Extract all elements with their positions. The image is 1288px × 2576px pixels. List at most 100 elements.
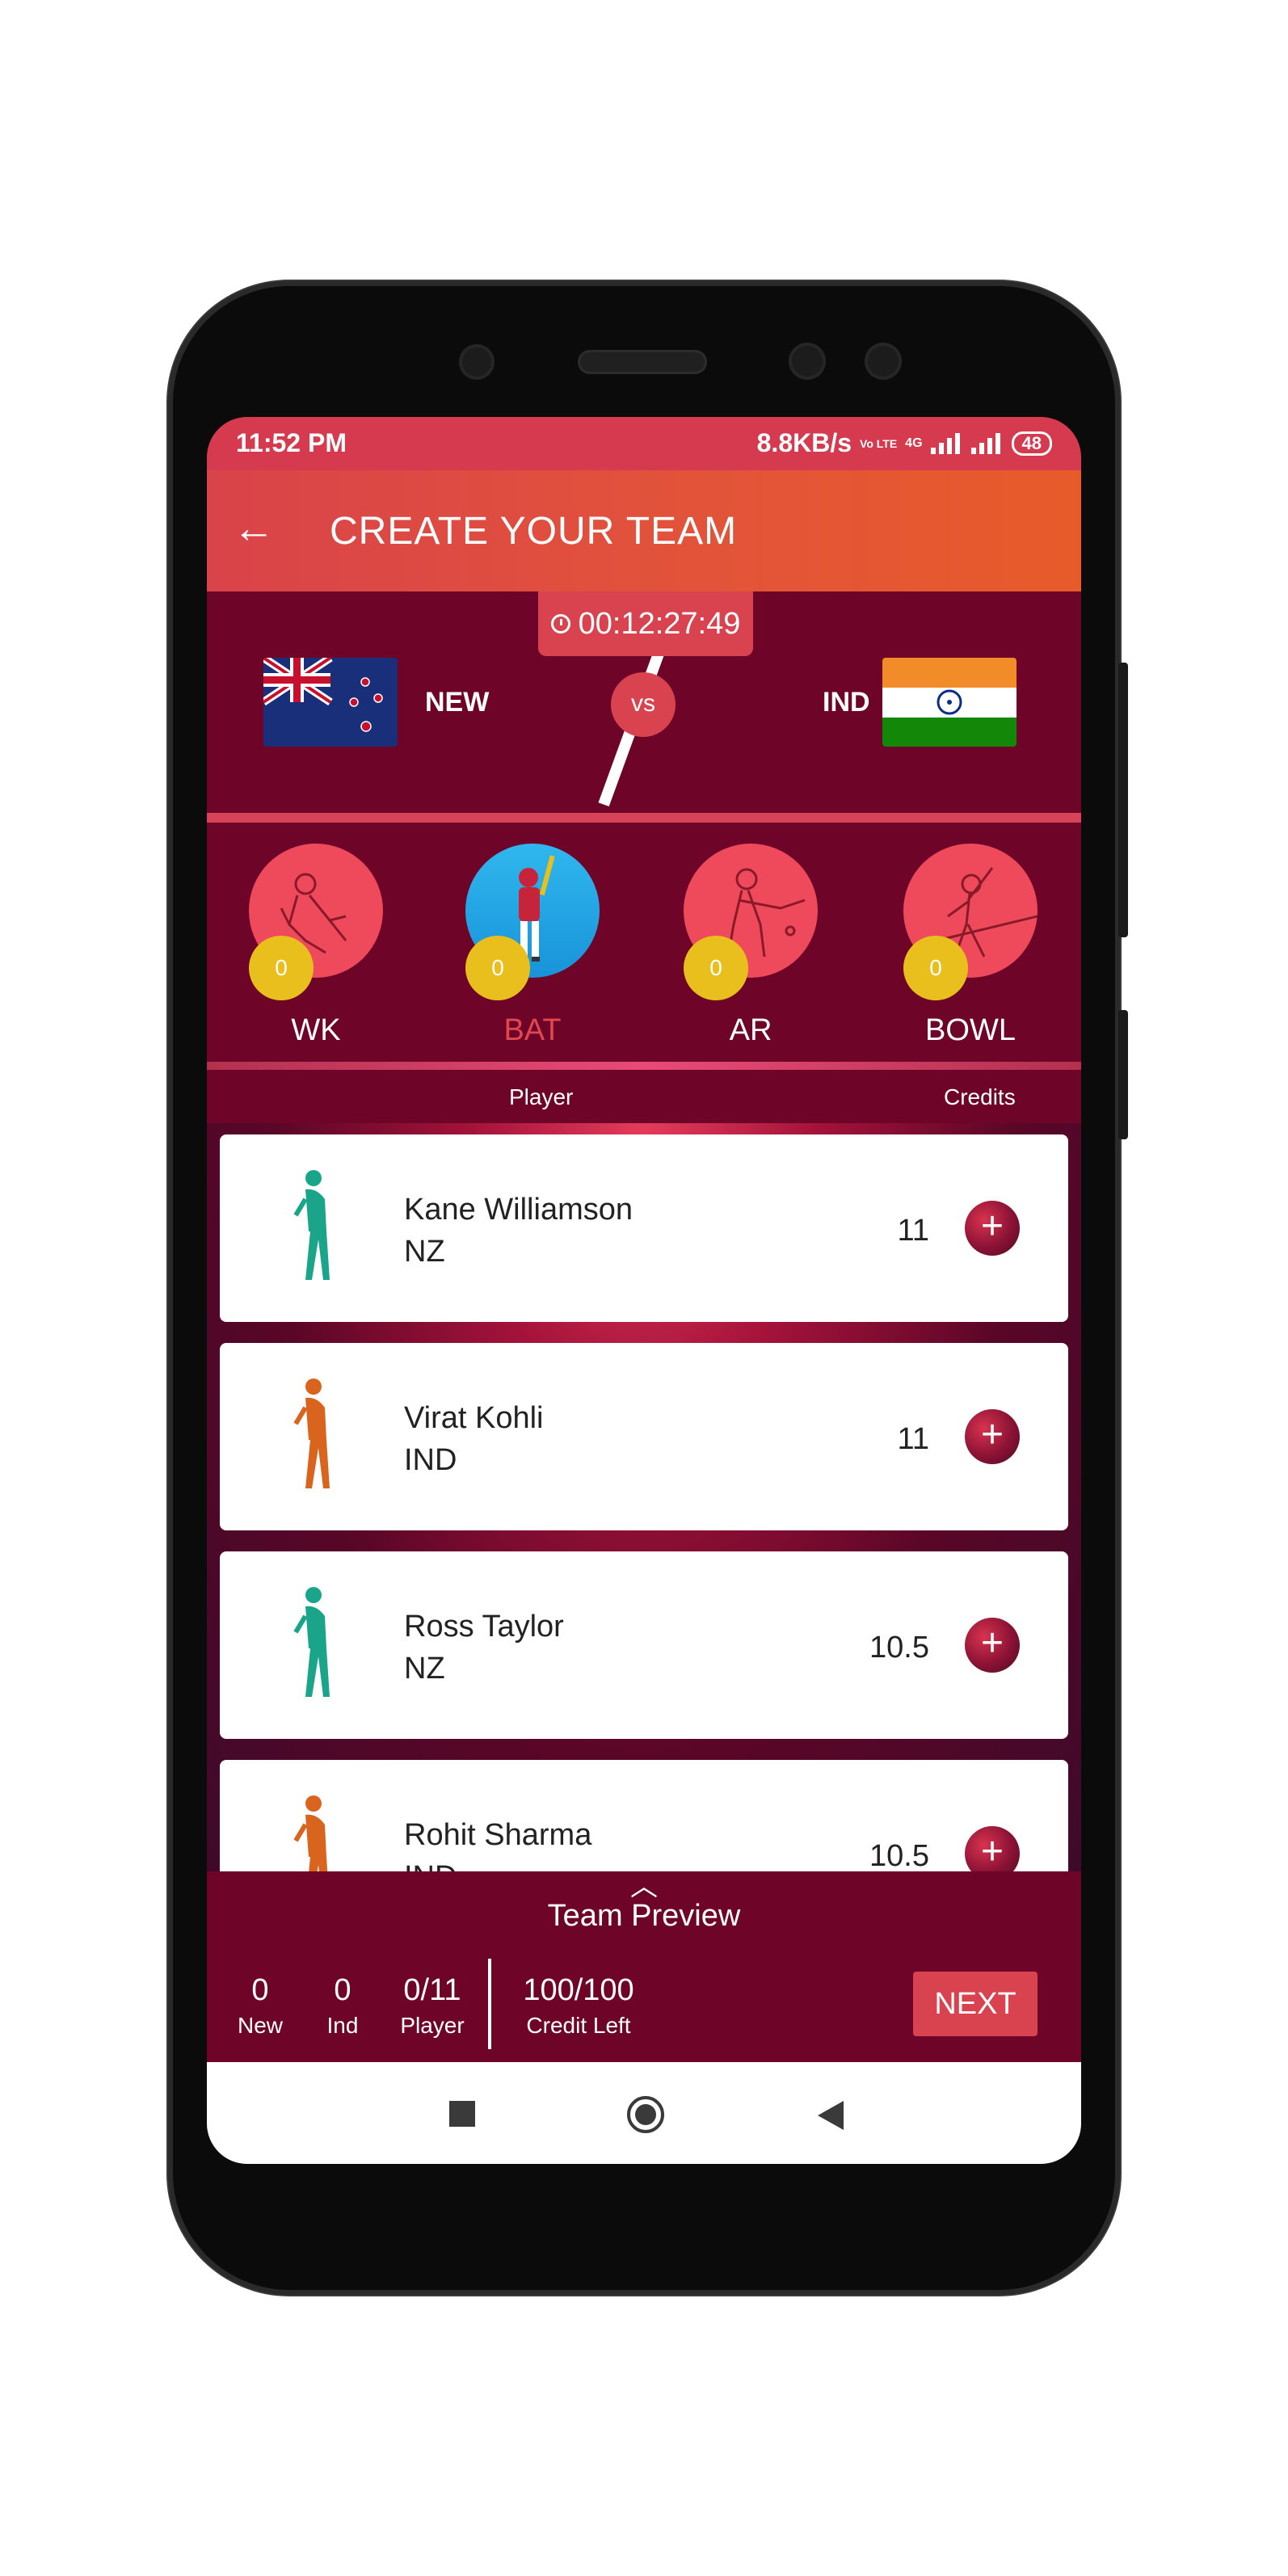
player-name: Rohit Sharma <box>404 1818 592 1852</box>
add-player-button[interactable]: + <box>965 1618 1020 1673</box>
list-item[interactable]: Kane Williamson NZ 11 + <box>220 1134 1068 1322</box>
team1-name: NEW <box>425 687 490 718</box>
earpiece-speaker <box>578 350 707 374</box>
avatar-head <box>305 1378 322 1395</box>
new-zealand-flag <box>263 658 398 747</box>
avatar-legs <box>305 1440 330 1488</box>
avatar-body <box>305 1606 326 1648</box>
player-team: IND <box>404 1443 457 1477</box>
recents-icon[interactable] <box>449 2101 475 2127</box>
player-team: NZ <box>404 1235 445 1269</box>
player-credits: 11 <box>897 1422 929 1456</box>
tab-label: BAT <box>503 1013 562 1047</box>
avatar-arm <box>293 1406 308 1425</box>
stat-label: Player <box>400 2013 465 2038</box>
front-camera <box>459 344 495 380</box>
role-tabs: 0 WK 0 BAT 0 AR 0 BOWL <box>207 823 1081 1070</box>
player-avatar-icon <box>293 1170 330 1280</box>
player-avatar-icon <box>293 1795 328 1871</box>
tab-label: BOWL <box>925 1013 1016 1047</box>
wk-count-badge: 0 <box>249 936 314 1000</box>
divider <box>207 813 1081 823</box>
network-type: 4G <box>905 436 923 450</box>
avatar-body <box>305 1189 326 1231</box>
player-team: IND <box>404 1860 457 1871</box>
ar-count-badge: 0 <box>684 936 748 1000</box>
status-bar: 11:52 PM 8.8KB/s Vo LTE 4G 48 <box>207 417 1081 470</box>
list-header: Player Credits <box>207 1070 1081 1123</box>
timer-value: 00:12:27:49 <box>578 606 741 641</box>
add-player-button[interactable]: + <box>965 1201 1020 1256</box>
avatar-arm <box>293 1823 308 1842</box>
add-player-button[interactable]: + <box>965 1409 1020 1464</box>
team-footer: ︿ Team Preview 0 New 0 Ind 0/11 Player 1… <box>207 1871 1081 2062</box>
list-item[interactable]: Virat Kohli IND 11 + <box>220 1343 1068 1530</box>
list-item[interactable]: Rohit Sharma IND 10.5 + <box>220 1760 1068 1871</box>
tab-bat[interactable]: 0 BAT <box>465 844 603 1054</box>
stat-value: 0 <box>334 1973 351 2007</box>
tab-ar[interactable]: 0 AR <box>684 844 821 1054</box>
player-avatar-icon <box>293 1587 330 1697</box>
bowl-count-badge: 0 <box>903 936 968 1000</box>
battery-icon: 48 <box>1011 431 1052 456</box>
match-header: 00:12:27:49 NEW vs IND <box>207 591 1081 823</box>
stat-label: Ind <box>326 2013 359 2038</box>
sensor <box>789 343 826 380</box>
stat-new: 0 New <box>228 1973 293 2039</box>
player-name: Virat Kohli <box>404 1401 544 1435</box>
stat-value: 0 <box>251 1973 269 2007</box>
add-player-button[interactable]: + <box>965 1826 1020 1871</box>
list-item[interactable]: Ross Taylor NZ 10.5 + <box>220 1551 1068 1739</box>
player-name: Kane Williamson <box>404 1193 633 1227</box>
signal-icon <box>930 432 963 454</box>
divider <box>488 1959 491 2049</box>
player-avatar-icon <box>293 1378 330 1488</box>
team-preview-button[interactable]: ︿ Team Preview <box>207 1871 1081 1934</box>
player-team: NZ <box>404 1652 445 1686</box>
stopwatch-icon <box>550 614 570 633</box>
avatar-legs <box>309 1857 328 1871</box>
vs-badge: vs <box>611 672 676 737</box>
power-button <box>1118 663 1128 937</box>
avatar-head <box>305 1587 322 1603</box>
volte-icon: Vo LTE <box>860 436 898 450</box>
credits-column-header: Credits <box>944 1084 1016 1109</box>
arrow-left-icon[interactable]: ← <box>229 506 278 554</box>
avatar-legs <box>305 1231 330 1280</box>
team-preview-label: Team Preview <box>547 1899 741 1933</box>
home-icon[interactable] <box>627 2096 664 2133</box>
back-icon[interactable] <box>818 2101 844 2130</box>
system-nav-bar <box>207 2062 1081 2164</box>
countdown-timer: 00:12:27:49 <box>538 591 753 656</box>
stat-player: 0/11 Player <box>388 1973 477 2039</box>
app-screen: 11:52 PM 8.8KB/s Vo LTE 4G 48 ← CREATE Y… <box>207 417 1081 2164</box>
stat-label: New <box>237 2013 283 2038</box>
chevron-up-icon: ︿ <box>630 1871 658 1902</box>
player-column-header: Player <box>509 1084 574 1109</box>
player-credits: 10.5 <box>869 1839 929 1871</box>
tab-label: WK <box>291 1013 341 1047</box>
avatar-legs <box>305 1648 330 1697</box>
status-time: 11:52 PM <box>236 428 347 457</box>
signal-icon <box>970 432 1004 454</box>
tab-wk[interactable]: 0 WK <box>249 844 386 1054</box>
stat-ind: 0 Ind <box>310 1973 375 2039</box>
avatar-head <box>305 1170 322 1186</box>
tab-bowl[interactable]: 0 BOWL <box>903 844 1041 1054</box>
team2-name: IND <box>823 687 870 718</box>
player-list[interactable]: Kane Williamson NZ 11 + Virat Kohli IND … <box>207 1123 1081 1871</box>
avatar-body <box>305 1397 326 1440</box>
avatar-body <box>305 1814 326 1857</box>
page-title: CREATE YOUR TEAM <box>330 510 738 553</box>
next-button[interactable]: NEXT <box>913 1972 1038 2036</box>
tab-label: AR <box>729 1013 772 1047</box>
avatar-arm <box>293 1198 308 1217</box>
bat-count-badge: 0 <box>465 936 530 1000</box>
volume-button <box>1118 1010 1128 1139</box>
network-speed: 8.8KB/s <box>756 428 852 457</box>
player-credits: 10.5 <box>869 1631 929 1665</box>
sensor <box>865 343 902 380</box>
stat-value: 0/11 <box>403 1973 461 2007</box>
stat-credit-left: 100/100 Credit Left <box>506 1973 651 2039</box>
player-name: Ross Taylor <box>404 1610 564 1644</box>
